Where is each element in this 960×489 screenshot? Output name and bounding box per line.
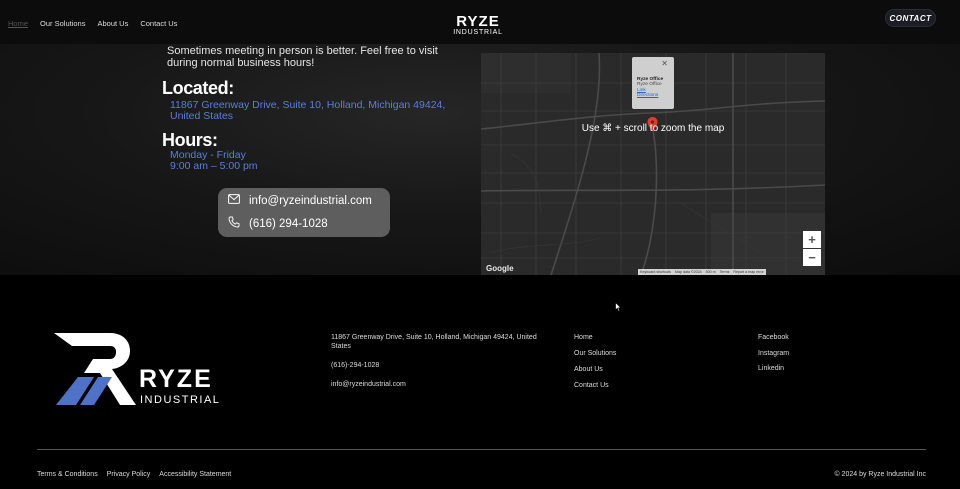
contact-button[interactable]: CONTACT [885, 9, 936, 27]
address-link[interactable]: 11867 Greenway Drive, Suite 10, Holland,… [170, 100, 460, 122]
email-text: info@ryzeindustrial.com [249, 194, 372, 207]
footer-divider [37, 449, 926, 450]
report-map-error-link[interactable]: Report a map error [733, 270, 763, 274]
cursor-icon [615, 299, 622, 317]
email-row[interactable]: info@ryzeindustrial.com [228, 194, 372, 207]
map-data-credit: Map data ©2024 [674, 270, 702, 274]
zoom-in-icon[interactable]: + [803, 231, 821, 248]
phone-icon [228, 216, 240, 231]
footer-address: 11867 Greenway Drive, Suite 10, Holland,… [331, 334, 537, 350]
footer-link-about[interactable]: About Us [574, 365, 603, 374]
nav-contact-us[interactable]: Contact Us [140, 19, 177, 28]
contact-card: info@ryzeindustrial.com (616) 294-1028 [218, 188, 390, 237]
map-terms-link[interactable]: Terms [720, 270, 730, 274]
keyboard-shortcuts-link[interactable]: Keyboard shortcuts [640, 270, 671, 274]
nav-about-us[interactable]: About Us [97, 19, 128, 28]
mail-icon [228, 194, 240, 207]
accessibility-link[interactable]: Accessibility Statement [159, 471, 231, 478]
legal-links: Terms & Conditions Privacy Policy Access… [37, 471, 231, 478]
footer-link-home[interactable]: Home [574, 333, 593, 342]
footer-link-solutions[interactable]: Our Solutions [574, 349, 616, 358]
map-attribution: Keyboard shortcuts Map data ©2024 500 m … [638, 269, 766, 275]
located-heading: Located: [162, 78, 234, 98]
zoom-out-icon[interactable]: − [803, 249, 821, 266]
contact-section: Sometimes meeting in person is better. F… [0, 44, 960, 275]
terms-link[interactable]: Terms & Conditions [37, 471, 98, 478]
google-logo: Google [486, 264, 514, 273]
privacy-link[interactable]: Privacy Policy [107, 471, 151, 478]
map-scale: 500 m [705, 270, 716, 274]
google-map[interactable]: ✕ Ryze Office Ryze Office Link Direction… [481, 53, 825, 275]
nav-home[interactable]: Home [8, 19, 28, 28]
nav-our-solutions[interactable]: Our Solutions [40, 19, 85, 28]
footer-logo-word: RYZE [139, 365, 213, 393]
main-nav: Home Our Solutions About Us Contact Us [8, 19, 177, 28]
intro-text: Sometimes meeting in person is better. F… [167, 45, 438, 69]
map-zoom-hint: Use ⌘ + scroll to zoom the map [581, 123, 725, 134]
footer-logo: RYZE INDUSTRIAL [54, 333, 226, 407]
footer-logo-subword: INDUSTRIAL [140, 394, 221, 406]
close-icon[interactable]: ✕ [661, 59, 668, 68]
info-window-directions[interactable]: Directions [637, 93, 674, 98]
header-logo[interactable]: RYZE INDUSTRIAL [451, 14, 505, 38]
footer-email[interactable]: info@ryzeindustrial.com [331, 380, 406, 389]
footer-link-contact[interactable]: Contact Us [574, 381, 609, 390]
footer-phone[interactable]: (616)-294-1028 [331, 361, 379, 370]
footer-linkedin[interactable]: Linkedin [758, 364, 784, 373]
logo-word: RYZE [456, 13, 500, 30]
site-header: Home Our Solutions About Us Contact Us R… [0, 0, 960, 44]
map-info-window: ✕ Ryze Office Ryze Office Link Direction… [632, 57, 674, 109]
phone-row[interactable]: (616) 294-1028 [228, 216, 328, 231]
hours-heading: Hours: [162, 130, 218, 150]
phone-text: (616) 294-1028 [249, 217, 328, 230]
copyright-text: © 2024 by Ryze Industrial Inc [834, 471, 926, 478]
logo-subword: INDUSTRIAL [453, 29, 503, 36]
footer-instagram[interactable]: Instagram [758, 349, 789, 358]
hours-time: 9:00 am – 5:00 pm [170, 160, 258, 172]
footer-facebook[interactable]: Facebook [758, 333, 789, 342]
